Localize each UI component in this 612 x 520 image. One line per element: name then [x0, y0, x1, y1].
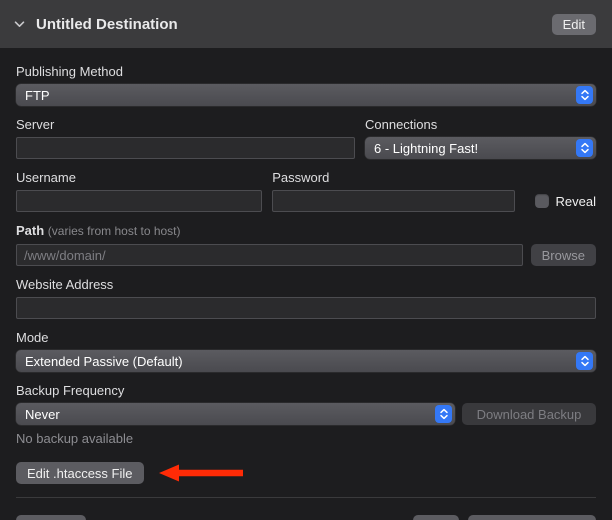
download-backup-button[interactable]: Download Backup: [462, 403, 596, 425]
footer-bar: Remove Test Add to Bookmarks: [0, 498, 612, 520]
backup-frequency-label: Backup Frequency: [16, 383, 596, 398]
test-button[interactable]: Test: [413, 515, 459, 520]
publishing-method-group: Publishing Method FTP: [16, 64, 596, 106]
connections-value: 6 - Lightning Fast!: [374, 141, 478, 156]
up-down-chevrons-icon: [435, 405, 452, 423]
server-group: Server: [16, 117, 355, 159]
edit-button[interactable]: Edit: [552, 14, 596, 35]
path-hint: (varies from host to host): [48, 224, 181, 238]
website-address-input[interactable]: [16, 297, 596, 319]
browse-button[interactable]: Browse: [531, 244, 596, 266]
mode-label: Mode: [16, 330, 596, 345]
page-title: Untitled Destination: [36, 16, 552, 33]
backup-frequency-group: Backup Frequency Never Download Backup N…: [16, 383, 596, 446]
path-label: Path (varies from host to host): [16, 223, 596, 239]
edit-htaccess-button[interactable]: Edit .htaccess File: [16, 462, 144, 484]
connections-group: Connections 6 - Lightning Fast!: [365, 117, 596, 159]
backup-status-text: No backup available: [16, 431, 596, 446]
path-group: Path (varies from host to host) Browse: [16, 223, 596, 266]
up-down-chevrons-icon: [576, 86, 593, 104]
server-input[interactable]: [16, 137, 355, 159]
mode-value: Extended Passive (Default): [25, 354, 183, 369]
username-input[interactable]: [16, 190, 262, 212]
server-connections-row: Server Connections 6 - Lightning Fast!: [16, 117, 596, 159]
password-input[interactable]: [272, 190, 514, 212]
password-label: Password: [272, 170, 514, 185]
password-group: Password: [272, 170, 514, 212]
htaccess-row: Edit .htaccess File: [16, 462, 596, 484]
website-address-label: Website Address: [16, 277, 596, 292]
reveal-label: Reveal: [556, 194, 596, 209]
reveal-checkbox-group[interactable]: Reveal: [535, 190, 596, 212]
connections-label: Connections: [365, 117, 596, 132]
backup-frequency-value: Never: [25, 407, 60, 422]
publishing-method-select[interactable]: FTP: [16, 84, 596, 106]
server-label: Server: [16, 117, 355, 132]
remove-button[interactable]: Remove: [16, 515, 86, 520]
website-address-group: Website Address: [16, 277, 596, 319]
mode-group: Mode Extended Passive (Default): [16, 330, 596, 372]
username-group: Username: [16, 170, 262, 212]
path-label-text: Path: [16, 223, 44, 238]
reveal-checkbox[interactable]: [535, 194, 549, 208]
publishing-method-label: Publishing Method: [16, 64, 596, 79]
username-label: Username: [16, 170, 262, 185]
red-arrow-icon: [158, 463, 244, 483]
up-down-chevrons-icon: [576, 139, 593, 157]
backup-frequency-select[interactable]: Never: [16, 403, 455, 425]
form-area: Publishing Method FTP Server Connections…: [0, 48, 612, 498]
mode-select[interactable]: Extended Passive (Default): [16, 350, 596, 372]
up-down-chevrons-icon: [576, 352, 593, 370]
path-input[interactable]: [16, 244, 523, 266]
credentials-row: Username Password Reveal: [16, 170, 596, 212]
destination-settings-panel: Untitled Destination Edit Publishing Met…: [0, 0, 612, 520]
header-bar: Untitled Destination Edit: [0, 0, 612, 48]
add-to-bookmarks-button[interactable]: Add to Bookmarks: [468, 515, 596, 520]
connections-select[interactable]: 6 - Lightning Fast!: [365, 137, 596, 159]
publishing-method-value: FTP: [25, 88, 50, 103]
chevron-down-icon[interactable]: [14, 21, 34, 28]
